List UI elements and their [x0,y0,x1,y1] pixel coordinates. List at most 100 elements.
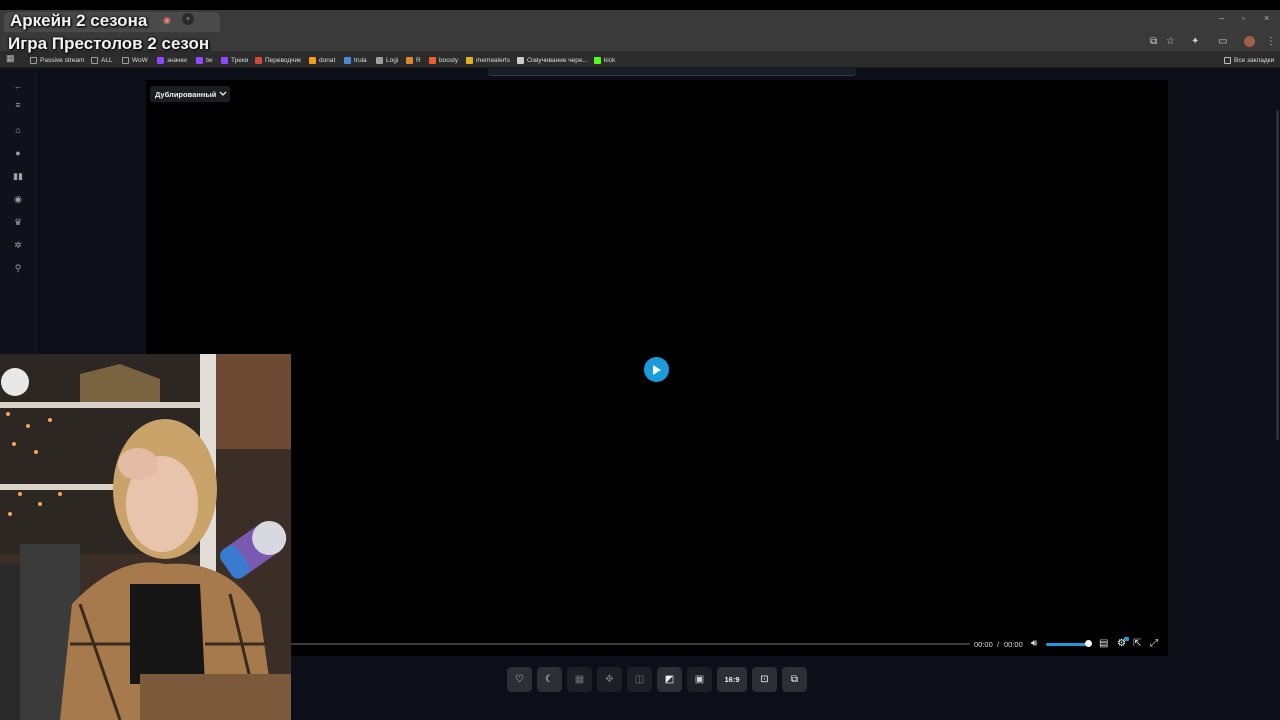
external-link-icon: ⧉ [790,674,799,685]
screen-icon[interactable]: ▭ [1218,36,1227,47]
light-icon: ✥ [605,674,614,685]
bookmark-item[interactable]: Passive stream [30,54,84,66]
top-strip [0,0,1280,10]
bookmark-label: memealerts [476,56,510,64]
bookmark-item[interactable]: tw [196,54,213,66]
external-button[interactable]: ⧉ [782,667,807,692]
trophy-icon[interactable]: ♛ [11,215,25,229]
screenshot-icon: ⊡ [760,674,769,685]
menu-icon[interactable]: ≡ [11,98,25,112]
folder-icon [91,56,98,64]
volume-slider[interactable] [1046,643,1088,646]
bookmark-label: Озвучивание чере... [527,56,588,64]
volume-icon[interactable]: 🔊︎ [1031,638,1037,649]
home-icon[interactable]: ⌂ [11,123,25,137]
all-bookmarks-folder[interactable]: Все закладки [1224,54,1274,66]
bookmark-label: R [416,56,421,64]
bookmark-item[interactable]: memealerts [466,54,510,66]
overlay-title-line2: Игра Престолов 2 сезон [8,34,210,53]
bookmark-label: Logi [386,56,399,64]
bookmark-label: Passive stream [40,56,85,64]
split-icon: ◫ [634,674,645,685]
bookmark-item[interactable]: Озвучивание чере... [517,54,588,66]
bookmark-item[interactable]: R [406,54,421,66]
subtitles-icon[interactable]: ▤ [1099,638,1108,649]
boosty-icon [429,56,436,64]
random-icon[interactable]: ◉ [11,192,25,206]
bookmark-label: tw [206,56,213,64]
menu-icon[interactable]: ⋮ [1266,36,1276,47]
doc-icon [517,56,524,64]
folder-icon [1224,56,1231,64]
moon-icon: ☾ [545,674,554,685]
cast-icon[interactable]: ⧉ [1150,36,1157,47]
bookmark-label: Переводчик [265,56,302,64]
ambient-button[interactable]: ▦ [567,667,592,692]
bookmark-item[interactable]: boosty [429,54,458,66]
kick-icon [594,56,601,64]
hd-badge [1124,637,1129,641]
pip-icon: ▣ [694,674,705,685]
night-mode-button[interactable]: ☾ [537,667,562,692]
progress-bar[interactable] [290,643,970,645]
fullscreen-icon[interactable]: ⤢ [1150,638,1158,649]
streamer-webcam-image [0,354,291,720]
folder-icon [30,56,37,64]
star-icon[interactable]: ☆ [1166,36,1175,47]
profile-avatar[interactable] [1244,36,1255,47]
bookmark-label: donat [319,56,336,64]
twitch-icon [157,56,164,64]
square-icon [344,56,351,64]
catalog-icon[interactable]: ▮▮ [11,169,25,183]
meme-icon [466,56,473,64]
bookmark-item[interactable]: trula [344,54,367,66]
bookmark-item[interactable]: ALL [91,54,113,66]
pip-button[interactable]: ▣ [687,667,712,692]
close-icon[interactable]: × [1264,13,1269,23]
chevron-down-icon [219,91,227,96]
bookmark-item[interactable]: Переводчик [255,54,301,66]
bookmark-item[interactable]: Треки [221,54,248,66]
bookmark-item[interactable]: значки [157,54,187,66]
translate-icon [255,56,262,64]
bookmark-item[interactable]: WoW [122,54,148,66]
bookmark-label: trula [354,56,367,64]
aspect-ratio-label: 16:9 [724,675,740,684]
twitch-icon [196,56,203,64]
minimize-icon[interactable]: – [1219,13,1224,23]
aspect-ratio-button[interactable]: 16:9 [717,667,747,692]
bookmark-label: Треки [231,56,249,64]
bookmark-label: kick [604,56,616,64]
settings-icon[interactable]: ✲ [11,238,25,252]
webcam-overlay [0,354,291,720]
audio-playing-icon[interactable]: ◉ [163,15,171,26]
scrollbar[interactable] [1276,110,1279,440]
crop-button[interactable]: ◩ [657,667,682,692]
bookmark-item[interactable]: Logi [376,54,398,66]
favorite-button[interactable]: ♡ [507,667,532,692]
time-current: 00:00 [974,640,993,649]
screenshot-button[interactable]: ⊡ [752,667,777,692]
bookmark-item[interactable]: donat [309,54,335,66]
bookmark-item[interactable]: kick [594,54,615,66]
popout-icon[interactable]: ⇱ [1133,638,1141,649]
heart-icon: ♡ [515,674,524,685]
trending-icon[interactable]: ● [11,146,25,160]
light-button[interactable]: ✥ [597,667,622,692]
donationalerts-icon [309,56,316,64]
bookmark-label: значки [167,56,187,64]
dub-select[interactable]: Дублированный [150,86,230,102]
extensions-icon[interactable]: ✦ [1191,36,1199,47]
volume-knob[interactable] [1085,640,1092,647]
bookmark-label: boosty [439,56,459,64]
search-icon[interactable]: ⚲ [11,261,25,275]
back-icon[interactable]: ← [11,79,25,93]
header-stub [488,68,856,76]
play-button[interactable] [644,357,669,382]
ambient-icon: ▦ [574,674,585,685]
twitch-icon [221,56,228,64]
new-tab-button[interactable]: + [182,13,194,25]
apps-grid-icon[interactable]: ▦ [6,53,15,64]
maximize-icon[interactable]: ▫ [1242,13,1245,23]
split-button[interactable]: ◫ [627,667,652,692]
